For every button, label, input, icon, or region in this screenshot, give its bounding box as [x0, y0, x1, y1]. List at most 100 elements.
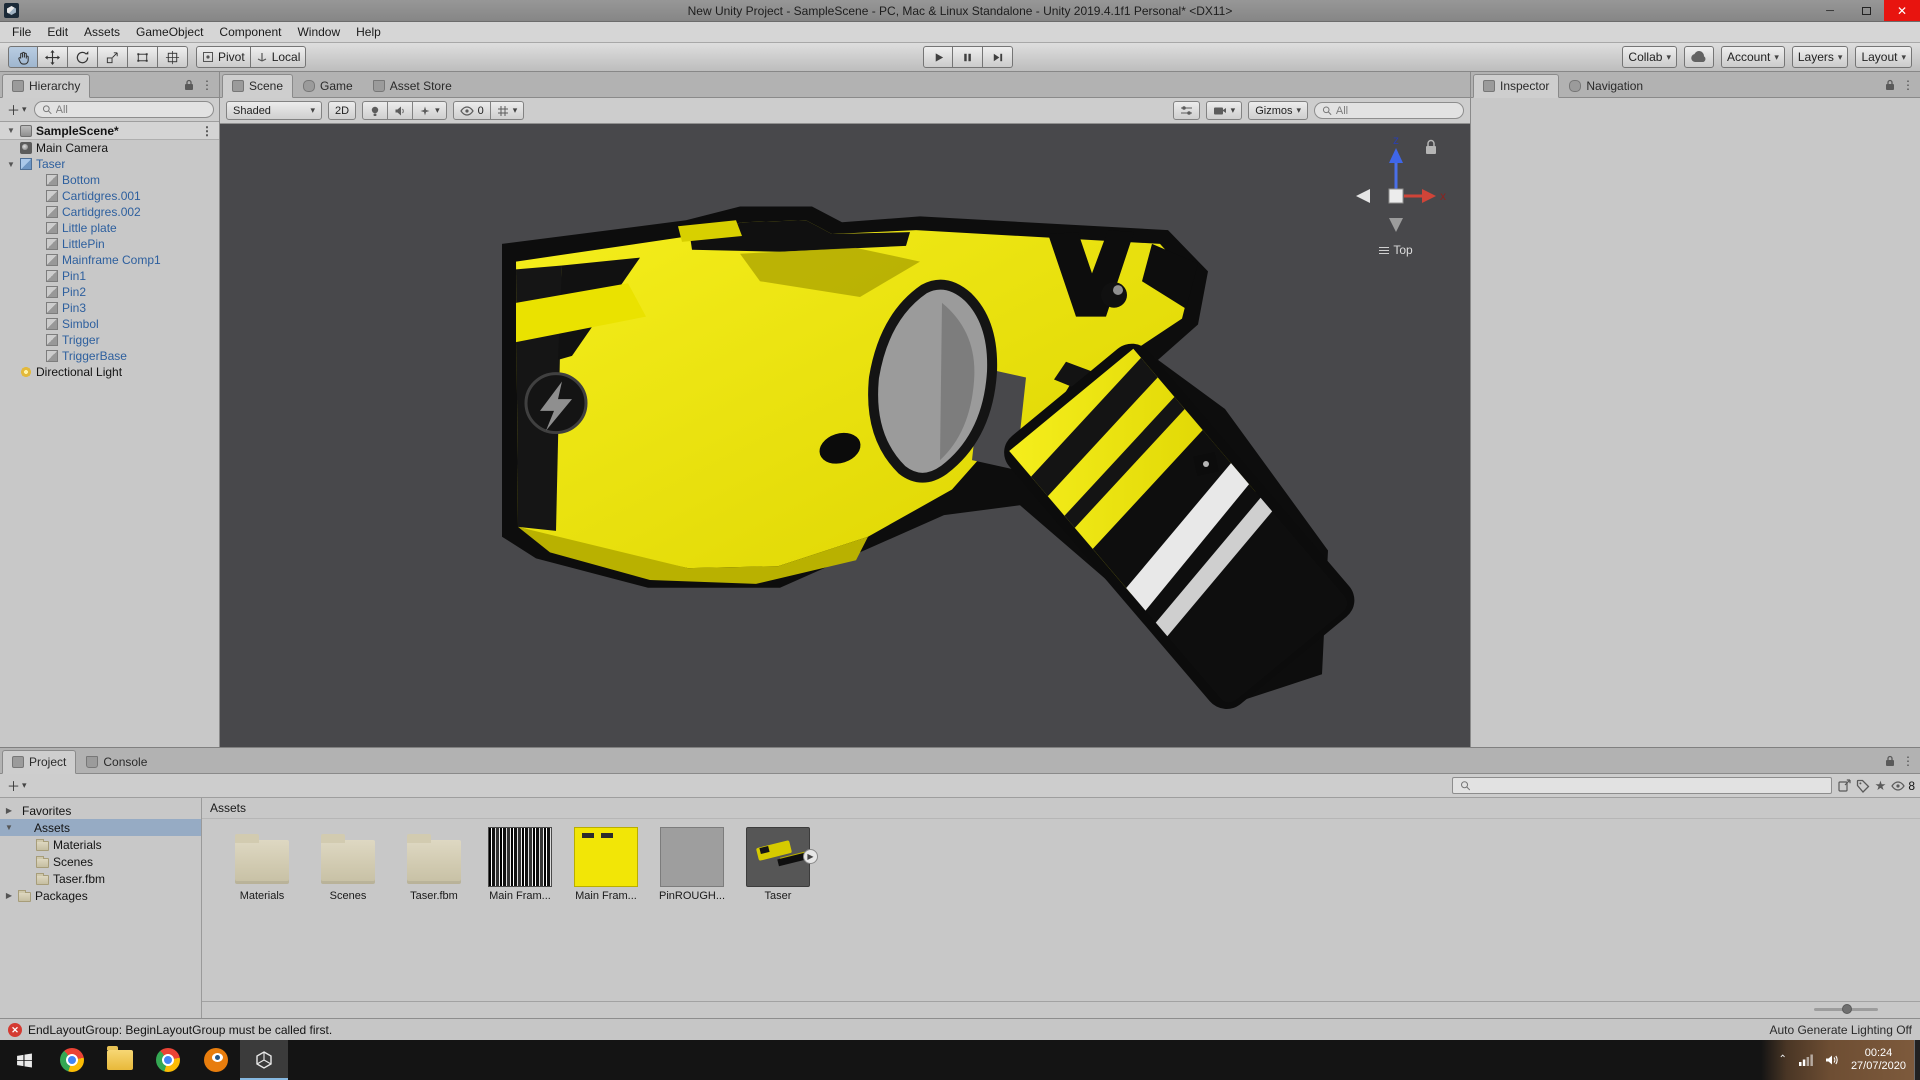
orientation-gizmo[interactable]: z x Top — [1344, 133, 1448, 257]
scene-options-icon[interactable]: ⋮ — [201, 124, 213, 138]
scene-viewport[interactable]: z x Top — [220, 124, 1470, 747]
close-button[interactable]: ✕ — [1884, 0, 1920, 21]
layout-dropdown[interactable]: Layout ▾ — [1855, 46, 1912, 68]
scene-lighting-toggle[interactable] — [362, 101, 389, 120]
rect-tool-button[interactable] — [128, 46, 158, 68]
tray-expand-button[interactable]: ⌃ — [1779, 1054, 1787, 1065]
taskbar-file-explorer[interactable] — [96, 1040, 144, 1080]
show-desktop-button[interactable] — [1914, 1040, 1920, 1080]
asset-item[interactable]: Main Fram... ▶ — [568, 827, 644, 902]
create-asset-button[interactable]: ＋ ▾ — [5, 776, 29, 795]
thumbnail-zoom-slider[interactable] — [1814, 1004, 1878, 1014]
tab-inspector[interactable]: Inspector — [1473, 74, 1560, 98]
network-icon[interactable] — [1798, 1054, 1813, 1066]
tab-console[interactable]: Console — [76, 751, 157, 773]
taskbar-chrome-2[interactable] — [144, 1040, 192, 1080]
local-toggle[interactable]: Local — [250, 46, 307, 68]
console-error-message[interactable]: EndLayoutGroup: BeginLayoutGroup must be… — [28, 1023, 332, 1037]
hierarchy-item[interactable]: LittlePin — [0, 236, 219, 252]
hierarchy-item[interactable]: Simbol — [0, 316, 219, 332]
scene-header-row[interactable]: ▼ SampleScene* ⋮ — [0, 122, 219, 140]
hierarchy-item[interactable]: Bottom — [0, 172, 219, 188]
favorite-star-icon[interactable]: ★ — [1875, 778, 1887, 794]
foldout-arrow-icon[interactable]: ▶ — [4, 891, 14, 900]
2d-toggle[interactable]: 2D — [328, 101, 357, 120]
taskbar-chrome-1[interactable] — [48, 1040, 96, 1080]
tab-asset-store[interactable]: Asset Store — [363, 75, 462, 97]
assets-breadcrumb[interactable]: Assets — [202, 798, 1920, 819]
taser-model[interactable] — [220, 124, 1470, 747]
project-tree-item[interactable]: Materials — [0, 836, 201, 853]
hierarchy-item[interactable]: Pin1 — [0, 268, 219, 284]
account-dropdown[interactable]: Account ▾ — [1720, 46, 1785, 68]
project-tree-item[interactable]: Scenes — [0, 853, 201, 870]
panel-menu-icon[interactable]: ⋮ — [1902, 754, 1914, 768]
asset-item[interactable]: Scenes ▶ — [310, 827, 386, 902]
tab-navigation[interactable]: Navigation — [1559, 75, 1653, 97]
tab-project[interactable]: Project — [2, 750, 77, 774]
scene-grid-dropdown[interactable]: ▾ — [490, 101, 525, 120]
scene-camera-dropdown[interactable]: ▾ — [1205, 101, 1243, 120]
transform-tool-button[interactable] — [158, 46, 188, 68]
shading-mode-dropdown[interactable]: Shaded ▾ — [226, 101, 322, 120]
tool-settings-button[interactable] — [1172, 101, 1200, 120]
pivot-toggle[interactable]: Pivot — [196, 46, 251, 68]
panel-menu-icon[interactable]: ⋮ — [201, 78, 213, 92]
pause-button[interactable] — [953, 46, 983, 68]
expand-asset-icon[interactable]: ▶ — [803, 849, 818, 864]
foldout-arrow-icon[interactable]: ▼ — [4, 823, 14, 832]
view-mode-label[interactable]: Top — [1344, 243, 1448, 257]
layers-dropdown[interactable]: Layers ▾ — [1791, 46, 1849, 68]
scale-tool-button[interactable] — [98, 46, 128, 68]
maximize-button[interactable] — [1848, 0, 1884, 21]
scene-search-input[interactable] — [1335, 104, 1456, 117]
taskbar-clock[interactable]: 00:24 27/07/2020 — [1851, 1047, 1906, 1073]
menu-item[interactable]: GameObject — [128, 22, 211, 42]
gizmos-dropdown[interactable]: Gizmos ▾ — [1248, 101, 1308, 120]
hierarchy-item[interactable]: TriggerBase — [0, 348, 219, 364]
asset-item[interactable]: PinROUGH... ▶ — [654, 827, 730, 902]
hand-tool-button[interactable] — [8, 46, 38, 68]
menu-item[interactable]: Edit — [39, 22, 76, 42]
minimize-button[interactable]: ─ — [1812, 0, 1848, 21]
hierarchy-item[interactable]: Little plate — [0, 220, 219, 236]
project-search[interactable] — [1451, 777, 1832, 794]
cloud-button[interactable] — [1683, 46, 1714, 68]
project-search-input[interactable] — [1474, 779, 1824, 792]
foldout-arrow-icon[interactable]: ▶ — [4, 806, 14, 815]
lock-icon[interactable] — [1885, 755, 1895, 767]
hierarchy-search[interactable] — [33, 101, 214, 118]
lock-icon[interactable] — [184, 79, 194, 91]
move-tool-button[interactable] — [38, 46, 68, 68]
project-tree-item[interactable]: ▶ Packages — [0, 887, 201, 904]
hierarchy-item[interactable]: Directional Light — [0, 364, 219, 380]
hierarchy-search-input[interactable] — [55, 103, 206, 116]
lock-icon[interactable] — [1885, 79, 1895, 91]
menu-item[interactable]: Component — [211, 22, 289, 42]
create-object-button[interactable]: ＋ ▾ — [5, 100, 29, 119]
hierarchy-item[interactable]: Cartidgres.001 — [0, 188, 219, 204]
asset-item[interactable]: Main Fram... ▶ — [482, 827, 558, 902]
project-tree-item[interactable]: Taser.fbm — [0, 870, 201, 887]
volume-icon[interactable] — [1825, 1054, 1839, 1066]
lighting-status[interactable]: Auto Generate Lighting Off — [1769, 1023, 1912, 1037]
play-button[interactable] — [923, 46, 953, 68]
foldout-arrow-icon[interactable]: ▼ — [6, 160, 16, 169]
panel-menu-icon[interactable]: ⋮ — [1902, 78, 1914, 92]
tab-scene[interactable]: Scene — [222, 74, 294, 98]
hierarchy-item[interactable]: Mainframe Comp1 — [0, 252, 219, 268]
slider-knob[interactable] — [1842, 1004, 1852, 1014]
scene-audio-toggle[interactable] — [388, 101, 414, 120]
rotate-tool-button[interactable] — [68, 46, 98, 68]
foldout-arrow-icon[interactable]: ▼ — [6, 126, 16, 135]
label-tag-icon[interactable] — [1856, 779, 1870, 793]
hierarchy-item[interactable]: Trigger — [0, 332, 219, 348]
project-tree-item[interactable]: ▼ Assets — [0, 819, 201, 836]
hierarchy-item[interactable]: Pin2 — [0, 284, 219, 300]
asset-item[interactable]: Taser.fbm ▶ — [396, 827, 472, 902]
tab-game[interactable]: Game — [293, 75, 363, 97]
project-tree-item[interactable]: ▶ Favorites — [0, 802, 201, 819]
menu-item[interactable]: File — [4, 22, 39, 42]
step-button[interactable] — [983, 46, 1013, 68]
open-asset-icon[interactable] — [1837, 778, 1851, 793]
